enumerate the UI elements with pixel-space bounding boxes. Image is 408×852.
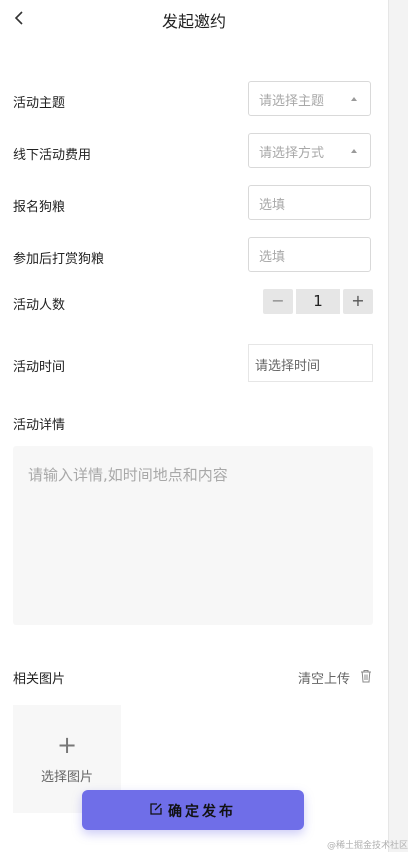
plus-icon: + — [56, 731, 78, 759]
watermark: @稀土掘金技术社区 — [327, 841, 408, 851]
reward-food-label: 参加后打赏狗粮 — [13, 252, 105, 267]
details-placeholder: 请输入详情,如时间地点和内容 — [28, 466, 228, 484]
signup-food-label: 报名狗粮 — [13, 200, 66, 215]
topic-placeholder: 请选择主题 — [259, 94, 325, 109]
signup-food-input[interactable]: 选填 — [248, 185, 371, 220]
increment-button[interactable]: + — [343, 289, 373, 314]
details-label: 活动详情 — [13, 418, 66, 433]
upload-label: 选择图片 — [40, 770, 93, 785]
caret-up-icon — [351, 149, 357, 153]
caret-up-icon — [351, 97, 357, 101]
trash-icon[interactable] — [360, 669, 372, 683]
edit-icon — [150, 803, 162, 815]
time-input[interactable]: 请选择时间 — [248, 344, 373, 382]
publish-label: 确定发布 — [168, 804, 236, 820]
time-placeholder: 请选择时间 — [255, 359, 321, 374]
invite-page: 发起邀约 活动主题 请选择主题 线下活动费用 请选择方式 报名狗粮 选填 参加后… — [0, 0, 388, 852]
fee-placeholder: 请选择方式 — [259, 146, 325, 161]
clear-upload-link[interactable]: 清空上传 — [298, 668, 350, 687]
people-stepper: − 1 + — [263, 289, 373, 314]
reward-food-input[interactable]: 选填 — [248, 237, 371, 272]
topic-label: 活动主题 — [13, 96, 66, 111]
images-label: 相关图片 — [13, 672, 66, 687]
time-label: 活动时间 — [13, 360, 66, 375]
people-label: 活动人数 — [13, 298, 66, 313]
fee-select[interactable]: 请选择方式 — [248, 133, 371, 168]
publish-button[interactable]: 确定发布 — [82, 790, 304, 830]
reward-food-placeholder: 选填 — [259, 250, 286, 265]
topic-select[interactable]: 请选择主题 — [248, 81, 371, 116]
page-title: 发起邀约 — [161, 12, 226, 31]
people-count[interactable]: 1 — [296, 289, 340, 314]
header: 发起邀约 — [0, 0, 388, 40]
fee-label: 线下活动费用 — [13, 148, 92, 163]
signup-food-placeholder: 选填 — [259, 198, 286, 213]
scrollbar[interactable] — [388, 0, 408, 852]
decrement-button[interactable]: − — [263, 289, 293, 314]
details-textarea[interactable]: 请输入详情,如时间地点和内容 — [13, 446, 373, 625]
